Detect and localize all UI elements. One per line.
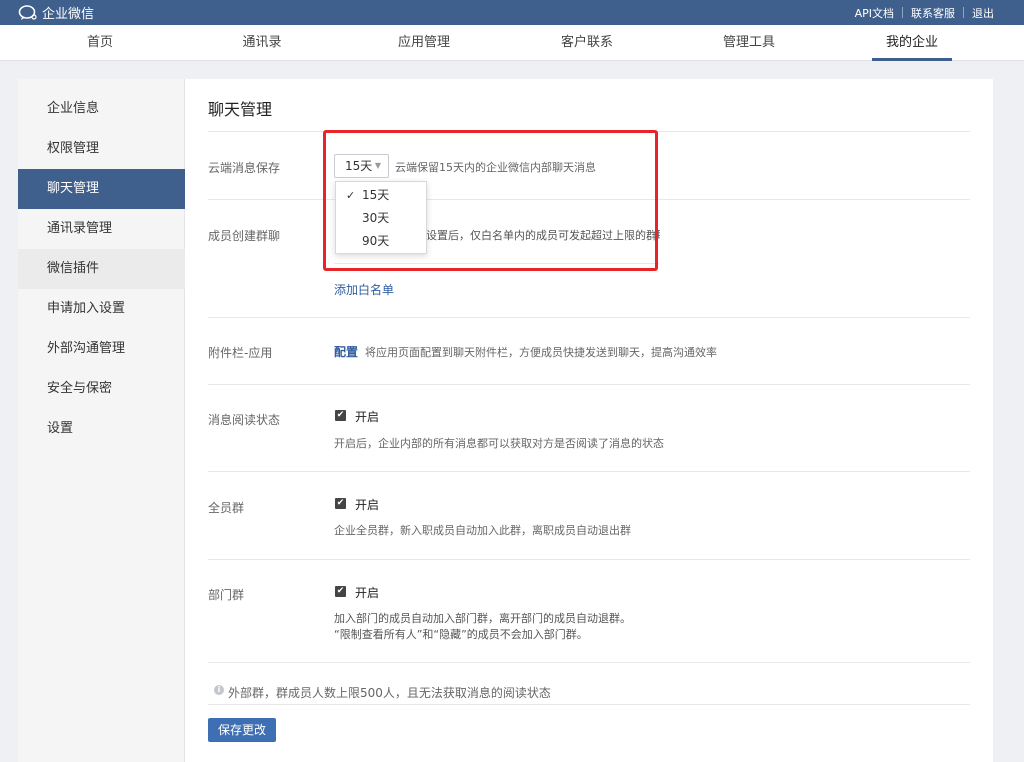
main-nav: 首页 通讯录 应用管理 客户联系 管理工具 我的企业 [0,25,1024,61]
external-group-note: 外部群，群成员人数上限500人，且无法获取消息的阅读状态 [228,686,551,700]
divider [208,131,970,132]
option-label: 90天 [362,234,390,248]
sidebar-item-contacts[interactable]: 通讯录管理 [18,209,185,249]
main-card: 企业信息 权限管理 聊天管理 通讯录管理 微信插件 申请加入设置 外部沟通管理 … [18,79,993,762]
all-group-desc: 企业全员群，新入职成员自动加入此群，离职成员自动退出群 [334,524,631,537]
read-status-label: 消息阅读状态 [208,413,281,427]
divider [208,559,970,560]
nav-my-company[interactable]: 我的企业 [872,25,952,61]
nav-tools[interactable]: 管理工具 [709,25,789,61]
dept-group-desc: 加入部门的成员自动加入部门群，离开部门的成员自动退群。 [334,612,631,625]
cloud-storage-desc: 云端保留15天内的企业微信内部聊天消息 [395,161,596,174]
sidebar-item-company-info[interactable]: 企业信息 [18,89,185,129]
divider [208,199,970,200]
all-group-enable-label: 开启 [355,498,380,512]
dept-group-enable-label: 开启 [355,586,380,600]
top-links: API文档 联系客服 退出 [855,0,994,25]
retention-dropdown-menu: ✓ 15天 30天 90天 [335,181,427,254]
sidebar-item-security[interactable]: 安全与保密 [18,369,185,409]
page-title: 聊天管理 [208,100,273,119]
sidebar-item-external[interactable]: 外部沟通管理 [18,329,185,369]
retention-select[interactable]: 15天 ▼ [334,154,389,178]
content-area: 聊天管理 云端消息保存 15天 ▼ 云端保留15天内的企业微信内部聊天消息 成员… [185,79,993,762]
attachments-label: 附件栏-应用 [208,346,273,360]
add-whitelist-link[interactable]: 添加白名单 [334,281,394,298]
top-bar: 企业微信 API文档 联系客服 退出 [0,0,1024,25]
nav-customer[interactable]: 客户联系 [547,25,627,61]
nav-apps[interactable]: 应用管理 [384,25,464,61]
divider [902,7,903,18]
save-button[interactable]: 保存更改 [208,718,276,742]
contact-support-link[interactable]: 联系客服 [911,5,955,21]
read-status-desc: 开启后，企业内部的所有消息都可以获取对方是否阅读了消息的状态 [334,437,664,450]
api-docs-link[interactable]: API文档 [855,5,894,21]
configure-link[interactable]: 配置 [334,343,358,360]
logout-link[interactable]: 退出 [972,5,994,21]
nav-home[interactable]: 首页 [60,25,140,61]
divider [963,7,964,18]
sidebar-item-wechat-plugin[interactable]: 微信插件 [18,249,185,289]
nav-contacts[interactable]: 通讯录 [222,25,302,61]
dept-group-desc-2: “限制查看所有人”和“隐藏”的成员不会加入部门群。 [334,628,588,641]
retention-selected-value: 15天 [345,159,373,173]
divider [208,471,970,472]
group-chat-desc: 设置后，仅白名单内的成员可发起超过上限的群聊 [426,229,660,242]
option-label: 30天 [362,211,390,225]
option-label: 15天 [362,188,390,202]
divider [334,263,659,264]
sidebar: 企业信息 权限管理 聊天管理 通讯录管理 微信插件 申请加入设置 外部沟通管理 … [18,79,185,762]
divider [208,662,970,663]
info-icon: i [214,685,224,695]
all-group-label: 全员群 [208,501,245,515]
dept-group-checkbox[interactable]: ✔ [335,586,346,597]
dept-group-label: 部门群 [208,588,245,602]
chevron-down-icon: ▼ [374,161,381,170]
sidebar-item-join-settings[interactable]: 申请加入设置 [18,289,185,329]
cloud-storage-label: 云端消息保存 [208,161,281,175]
check-icon: ✓ [346,189,356,202]
divider [208,384,970,385]
group-chat-label: 成员创建群聊 [208,229,281,243]
sidebar-item-chat[interactable]: 聊天管理 [18,169,185,209]
divider [208,317,970,318]
chat-bubble-icon [18,4,37,20]
read-status-checkbox[interactable]: ✔ [335,410,346,421]
option-30-days[interactable]: 30天 [336,207,428,230]
brand-name: 企业微信 [42,7,95,22]
divider [208,704,970,705]
sidebar-item-settings[interactable]: 设置 [18,409,185,449]
all-group-checkbox[interactable]: ✔ [335,498,346,509]
brand-logo[interactable]: 企业微信 [18,3,94,22]
option-90-days[interactable]: 90天 [336,230,428,253]
option-15-days[interactable]: ✓ 15天 [336,184,428,207]
attachments-desc: 将应用页面配置到聊天附件栏，方便成员快捷发送到聊天，提高沟通效率 [365,346,717,359]
sidebar-item-permissions[interactable]: 权限管理 [18,129,185,169]
read-status-enable-label: 开启 [355,410,380,424]
